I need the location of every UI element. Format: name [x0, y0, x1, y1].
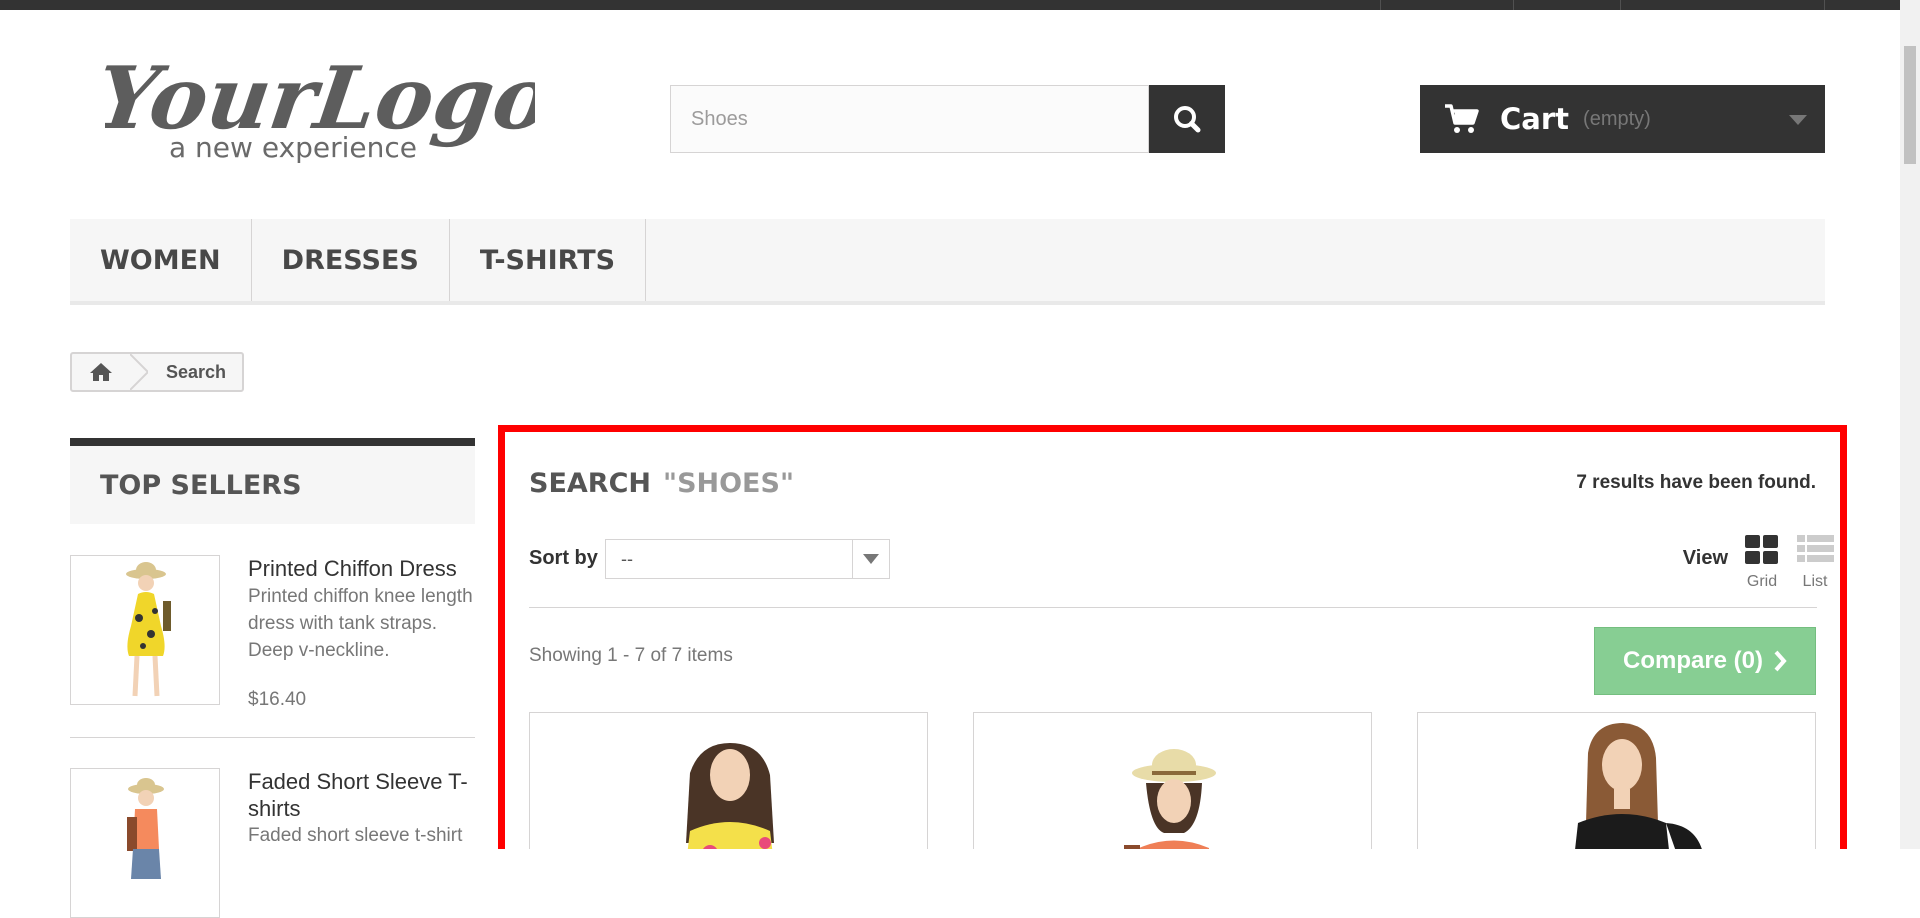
chevron-right-icon — [1774, 650, 1787, 672]
top-sellers-block: TOP SELLERS Printed Chiffon Dress Printe… — [70, 438, 475, 918]
scrollbar[interactable] — [1900, 0, 1920, 849]
sort-value: -- — [621, 548, 633, 569]
search-query: "SHOES" — [663, 468, 795, 499]
grid-view-label: Grid — [1746, 573, 1778, 590]
cart-label: Cart — [1500, 102, 1570, 136]
search-heading: SEARCH — [529, 468, 651, 499]
product-price: $16.40 — [248, 689, 307, 710]
view-label: View — [1682, 547, 1728, 569]
chevron-down-icon — [863, 554, 879, 564]
list-view-label: List — [1802, 573, 1828, 590]
sort-dropdown-toggle[interactable] — [852, 540, 889, 578]
search-input[interactable] — [670, 85, 1149, 153]
breadcrumb-home[interactable] — [72, 354, 130, 390]
product-name-link[interactable]: Printed Chiffon Dress — [248, 555, 478, 582]
cart-status: (empty) — [1583, 107, 1651, 130]
search-icon — [1174, 106, 1201, 133]
breadcrumb-current: Search — [166, 361, 227, 382]
menu-item-tshirts[interactable]: T-SHIRTS — [450, 219, 647, 301]
sort-label: Sort by — [529, 547, 598, 569]
product-thumbnail[interactable] — [70, 555, 220, 705]
search-results-panel: SEARCH "SHOES" 7 results have been found.… — [498, 425, 1847, 849]
product-card[interactable] — [973, 712, 1372, 849]
compare-label: Compare (0) — [1622, 647, 1764, 674]
grid-view-button[interactable]: Grid — [1737, 532, 1787, 592]
product-thumbnail[interactable] — [70, 768, 220, 918]
home-icon — [90, 363, 112, 381]
cart-icon — [1445, 104, 1479, 133]
sort-select[interactable]: -- — [605, 539, 890, 579]
page-title: SEARCH "SHOES" — [529, 468, 794, 499]
product-name-link[interactable]: Faded Short Sleeve T-shirts — [248, 768, 478, 822]
list-icon — [1797, 535, 1834, 562]
product-card[interactable] — [529, 712, 928, 849]
search-bar — [670, 85, 1225, 153]
compare-button[interactable]: Compare (0) — [1594, 627, 1816, 695]
menu-item-women[interactable]: WOMEN — [70, 219, 252, 301]
cart-button[interactable]: Cart (empty) — [1420, 85, 1825, 153]
breadcrumb-separator — [130, 354, 148, 390]
showing-count: Showing 1 - 7 of 7 items — [529, 645, 733, 666]
search-button[interactable] — [1149, 85, 1225, 153]
main-menu: WOMEN DRESSES T-SHIRTS — [70, 219, 1825, 305]
toolbar-divider — [529, 607, 1817, 608]
breadcrumb: Search — [70, 352, 244, 392]
list-view-button[interactable]: List — [1790, 532, 1840, 592]
product-description: Printed chiffon knee length dress with t… — [248, 586, 473, 661]
site-logo[interactable]: YourLogo a new experience — [90, 40, 558, 170]
grid-icon — [1745, 535, 1778, 564]
product-description: Faded short sleeve t-shirt — [248, 825, 463, 846]
chevron-down-icon — [1789, 115, 1807, 125]
product-card[interactable] — [1417, 712, 1816, 849]
top-bar — [0, 0, 1900, 10]
menu-item-dresses[interactable]: DRESSES — [252, 219, 450, 301]
top-sellers-heading: TOP SELLERS — [70, 438, 475, 524]
result-count: 7 results have been found. — [1576, 472, 1816, 493]
sidebar-divider — [70, 737, 475, 738]
scrollbar-thumb[interactable] — [1904, 46, 1916, 164]
svg-text:a new experience: a new experience — [169, 131, 417, 164]
